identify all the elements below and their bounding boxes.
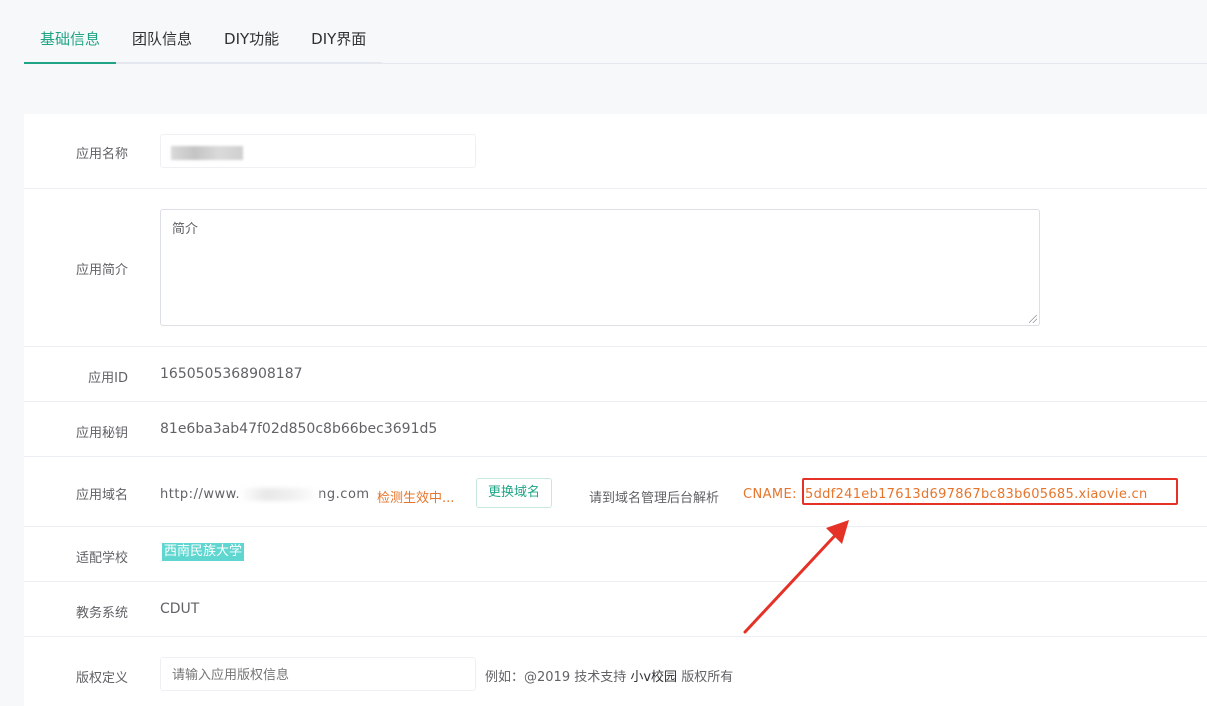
example-brand: 小v校园 <box>630 670 678 685</box>
tab-diy-interface[interactable]: DIY界面 <box>295 0 382 62</box>
domain-prefix: http://www. <box>160 487 241 502</box>
row-app-secret: 应用秘钥 81e6ba3ab47f02d850c8b66bec3691d5 <box>24 402 1207 457</box>
example-suffix: 版权所有 <box>681 670 734 685</box>
cname-label: CNAME: <box>743 487 797 502</box>
app-intro-textarea[interactable]: 简介 <box>160 209 1040 326</box>
domain-value: http://www. ng.com <box>160 487 370 502</box>
app-id-value: 1650505368908187 <box>160 366 303 382</box>
edu-system-value: CDUT <box>160 601 200 617</box>
example-prefix: 例如：@2019 技术支持 <box>485 670 627 685</box>
row-app-intro: 应用简介 简介 <box>24 189 1207 347</box>
app-secret-label: 应用秘钥 <box>75 426 128 441</box>
row-app-name: 应用名称 <box>24 114 1207 189</box>
change-domain-button[interactable]: 更换域名 <box>476 478 553 508</box>
row-app-domain: 应用域名 http://www. ng.com 检测生效中... 更换域名 请到域… <box>24 457 1207 527</box>
redacted-app-name <box>171 146 243 160</box>
tab-bar: 基础信息 团队信息 DIY功能 DIY界面 <box>24 0 1207 64</box>
copyright-example: 例如：@2019 技术支持 小v校园 版权所有 <box>485 666 733 685</box>
dns-hint: 请到域名管理后台解析 <box>589 491 720 506</box>
tab-basic-info[interactable]: 基础信息 <box>24 0 117 64</box>
row-school: 适配学校 西南民族大学 <box>24 527 1207 582</box>
copyright-label: 版权定义 <box>75 671 128 686</box>
tab-diy-function[interactable]: DIY功能 <box>208 0 295 62</box>
annotation-highlight-box <box>802 478 1178 505</box>
domain-suffix: ng.com <box>318 487 370 502</box>
row-app-id: 应用ID 1650505368908187 <box>24 347 1207 402</box>
copyright-input[interactable] <box>160 657 476 691</box>
edu-system-label: 教务系统 <box>75 606 128 621</box>
redacted-domain <box>240 488 319 501</box>
resize-handle-icon[interactable] <box>1029 315 1037 323</box>
school-value: 西南民族大学 <box>162 543 245 561</box>
app-secret-value: 81e6ba3ab47f02d850c8b66bec3691d5 <box>160 421 438 437</box>
tab-team-info[interactable]: 团队信息 <box>116 0 208 62</box>
app-name-label: 应用名称 <box>75 147 128 162</box>
app-id-label: 应用ID <box>88 371 128 386</box>
row-copyright: 版权定义 例如：@2019 技术支持 小v校园 版权所有 <box>24 637 1207 706</box>
app-intro-placeholder: 简介 <box>172 222 199 237</box>
tab-list: 基础信息 团队信息 DIY功能 DIY界面 <box>24 0 383 64</box>
row-edu-system: 教务系统 CDUT <box>24 582 1207 637</box>
school-label: 适配学校 <box>75 551 128 566</box>
app-intro-label: 应用简介 <box>75 263 128 278</box>
app-name-input[interactable] <box>160 134 476 168</box>
basic-info-form: 应用名称 应用简介 简介 应用ID 1650505368908187 应用秘钥 … <box>24 114 1207 706</box>
app-domain-label: 应用域名 <box>75 488 128 503</box>
domain-status: 检测生效中... <box>377 491 455 506</box>
